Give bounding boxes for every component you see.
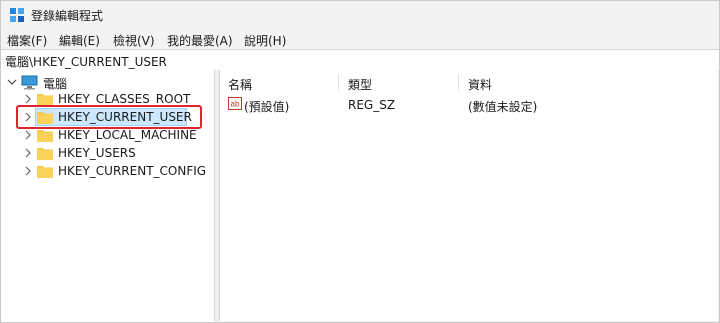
menu-view[interactable]: 檢視(V) (113, 32, 155, 49)
computer-icon (21, 75, 38, 90)
window-title: 登錄編輯程式 (31, 9, 104, 23)
address-bar[interactable]: 電腦\HKEY_CURRENT_USER (1, 49, 719, 72)
value-data: (數值未設定) (468, 100, 538, 114)
chevron-right-icon[interactable] (23, 130, 33, 140)
menu-help[interactable]: 說明(H) (244, 32, 286, 49)
value-name: (預設值) (244, 100, 290, 114)
string-value-icon: ab (228, 97, 242, 110)
folder-icon (37, 94, 53, 106)
menu-file[interactable]: 檔案(F) (7, 32, 47, 49)
value-type: REG_SZ (348, 98, 396, 112)
tree-item-label: HKEY_USERS (58, 146, 136, 160)
tree-item-label: HKEY_CURRENT_CONFIG (58, 164, 207, 178)
values-pane: 名稱 類型 資料 ab (預設值) REG_SZ (數值未設定) (220, 70, 718, 321)
tree-item-hkey-users[interactable]: HKEY_USERS (0, 144, 214, 162)
chevron-right-icon[interactable] (23, 148, 33, 158)
title-bar[interactable]: 登錄編輯程式 (1, 1, 719, 29)
address-path[interactable]: 電腦\HKEY_CURRENT_USER (5, 53, 167, 70)
annotation-highlight (16, 105, 202, 129)
tree-item-label: HKEY_CLASSES_ROOT (58, 92, 191, 106)
menu-edit[interactable]: 編輯(E) (59, 32, 100, 49)
chevron-down-icon[interactable] (7, 77, 17, 87)
menu-bar: 檔案(F) 編輯(E) 檢視(V) 我的最愛(A) 說明(H) (1, 29, 719, 49)
folder-icon (37, 148, 53, 160)
column-divider[interactable] (458, 74, 459, 91)
chevron-right-icon[interactable] (23, 94, 33, 104)
tree-root[interactable]: 電腦 (1, 73, 215, 91)
folder-icon (37, 130, 53, 142)
column-header-name[interactable]: 名稱 (228, 76, 252, 93)
svg-text:ab: ab (231, 100, 240, 109)
regedit-icon (10, 8, 24, 22)
column-header-data[interactable]: 資料 (468, 76, 492, 93)
tree-item-label: HKEY_LOCAL_MACHINE (58, 128, 197, 142)
column-divider[interactable] (338, 74, 339, 91)
folder-icon (37, 166, 53, 178)
chevron-right-icon[interactable] (23, 166, 33, 176)
menu-favorites[interactable]: 我的最愛(A) (167, 32, 233, 49)
tree-item-hkey-current-config[interactable]: HKEY_CURRENT_CONFIG (0, 162, 214, 180)
column-header-type[interactable]: 類型 (348, 76, 372, 93)
